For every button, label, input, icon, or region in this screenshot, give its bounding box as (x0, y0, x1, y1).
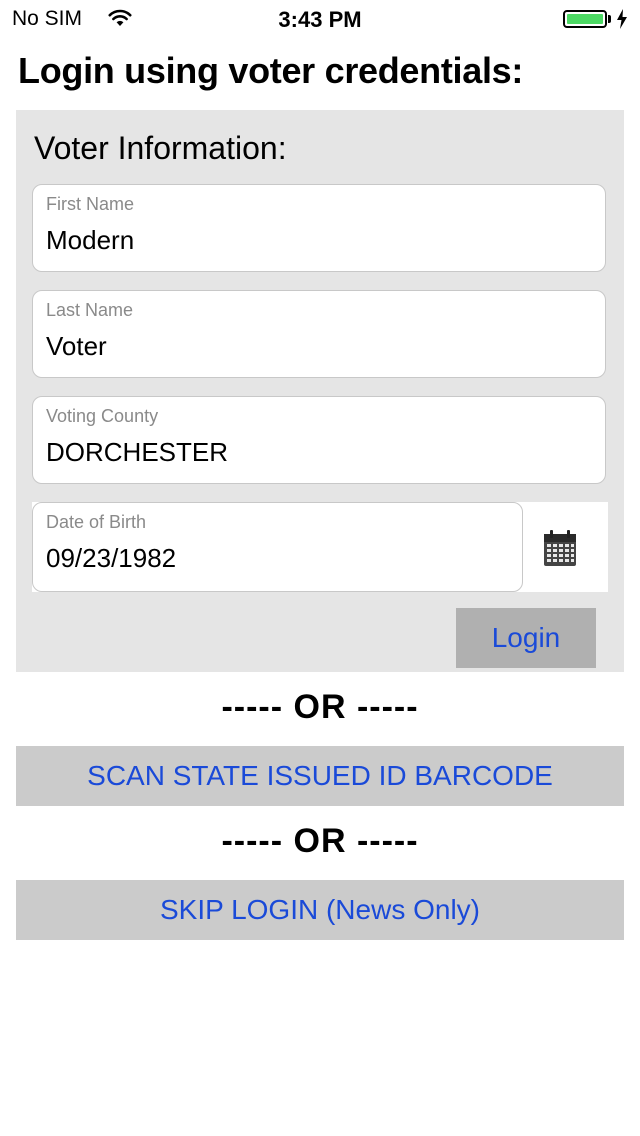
last-name-label: Last Name (46, 300, 134, 320)
date-of-birth-row: Date of Birth 09/23/1982 (32, 502, 608, 592)
voter-information-panel: Voter Information: First Name Modern Las… (16, 110, 624, 672)
battery-level-fill (567, 14, 603, 24)
date-of-birth-label: Date of Birth (46, 512, 147, 532)
battery-icon (563, 10, 607, 28)
charging-bolt-icon (617, 9, 627, 29)
voting-county-label: Voting County (46, 406, 159, 426)
battery-cap (608, 15, 611, 23)
date-of-birth-value[interactable]: 09/23/1982 (46, 543, 176, 574)
first-name-value[interactable]: Modern (46, 225, 134, 256)
or-divider: ----- OR ----- (221, 688, 419, 726)
first-name-label: First Name (46, 194, 135, 214)
voting-county-value[interactable]: DORCHESTER (46, 437, 228, 468)
date-of-birth-field[interactable]: Date of Birth 09/23/1982 (32, 502, 523, 592)
section-label: Voter Information: (34, 130, 287, 166)
first-name-field[interactable]: First Name Modern (32, 184, 606, 272)
calendar-icon[interactable] (543, 529, 577, 567)
login-button[interactable]: Login (456, 608, 596, 668)
status-bar: No SIM 3:43 PM (0, 0, 640, 40)
last-name-field[interactable]: Last Name Voter (32, 290, 606, 378)
scan-id-barcode-button[interactable]: SCAN STATE ISSUED ID BARCODE (16, 746, 624, 806)
last-name-value[interactable]: Voter (46, 331, 107, 362)
voting-county-field[interactable]: Voting County DORCHESTER (32, 396, 606, 484)
page-title: Login using voter credentials: (18, 50, 524, 91)
or-divider: ----- OR ----- (221, 822, 419, 860)
status-time: 3:43 PM (278, 7, 362, 32)
skip-login-button[interactable]: SKIP LOGIN (News Only) (16, 880, 624, 940)
